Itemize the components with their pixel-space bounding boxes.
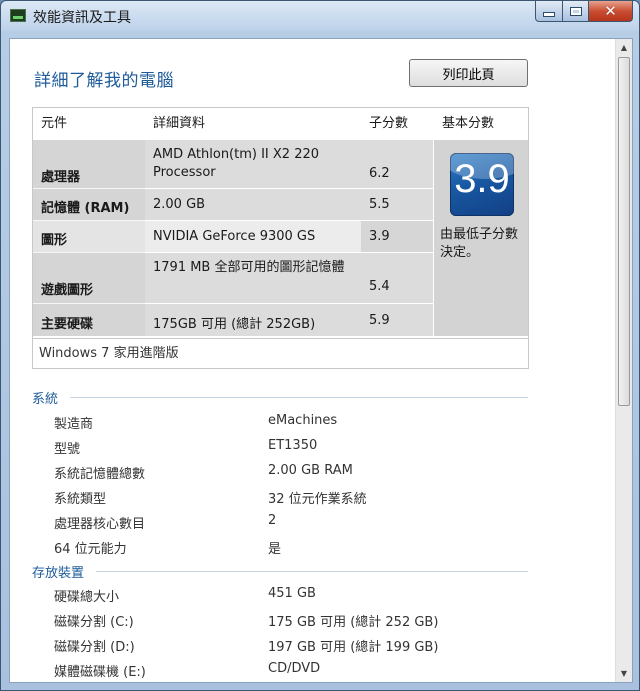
processor-subscore: 6.2 [369,166,390,181]
processor-detail: AMD Athlon(tm) II X2 220 Processor [153,147,320,180]
section-divider-system [70,397,528,398]
base-score-note: 由最低子分數決定。 [440,227,519,260]
row-label-graphics: 圖形 [41,233,68,248]
storage-value-partition-c: 175 GB 可用 (總計 252 GB) [268,615,439,630]
system-label-system-type: 系統類型 [54,492,107,507]
content-area: 詳細了解我的電腦 列印此頁 元件 詳細資料 子分數 基本分數 處理器 AMD A… [9,38,633,683]
system-value-model: ET1350 [268,438,318,453]
gaming-graphics-detail: 1791 MB 全部可用的圖形記憶體 [153,260,345,275]
row-label-gaming-graphics: 遊戲圖形 [41,283,94,298]
storage-label-total-disk: 硬碟總大小 [54,590,120,605]
minimize-icon [543,11,555,17]
storage-value-media-drive: CD/DVD [268,661,321,676]
performance-app-icon[interactable] [10,9,26,22]
page-title: 詳細了解我的電腦 [34,71,174,91]
system-label-cores: 處理器核心數目 [54,517,146,532]
caption-buttons: ✕ [535,1,633,22]
system-label-model: 型號 [54,442,81,457]
storage-label-partition-c: 磁碟分割 (C:) [54,615,134,630]
maximize-button[interactable] [563,1,589,22]
maximize-icon [569,6,582,16]
memory-detail: 2.00 GB [153,197,206,212]
column-header-component: 元件 [41,116,68,131]
windows-edition: Windows 7 家用進階版 [33,338,528,368]
section-divider-storage [96,571,528,572]
storage-value-partition-d: 197 GB 可用 (總計 199 GB) [268,640,439,655]
column-header-subscore: 子分數 [369,116,409,131]
scrollbar-thumb[interactable] [618,57,630,406]
column-header-details: 詳細資料 [153,116,206,131]
system-label-manufacturer: 製造商 [54,417,94,432]
section-heading-system: 系統 [32,392,59,407]
system-label-64bit: 64 位元能力 [54,542,127,557]
system-label-total-memory: 系統記憶體總數 [54,467,146,482]
graphics-detail: NVIDIA GeForce 9300 GS [153,229,316,244]
base-score-panel: 3.9 由最低子分數決定。 [434,140,528,336]
hard-disk-detail: 175GB 可用 (總計 252GB) [153,317,316,332]
close-button[interactable]: ✕ [589,1,633,22]
column-header-base-score: 基本分數 [442,116,495,131]
memory-subscore: 5.5 [369,197,390,212]
graphics-subscore: 3.9 [369,229,390,244]
row-label-hard-disk: 主要硬碟 [41,317,94,332]
base-score-value: 3.9 [454,157,510,201]
gaming-graphics-subscore: 5.4 [369,279,390,294]
storage-label-media-drive: 媒體磁碟機 (E:) [54,665,146,680]
system-value-system-type: 32 位元作業系統 [268,492,367,507]
window-title: 效能資訊及工具 [33,10,131,26]
title-bar[interactable]: 效能資訊及工具 ✕ [1,1,639,31]
system-value-cores: 2 [268,513,277,528]
scroll-up-arrow-icon[interactable]: ▲ [616,39,632,56]
storage-label-partition-d: 磁碟分割 (D:) [54,640,135,655]
storage-value-total-disk: 451 GB [268,586,316,601]
close-icon: ✕ [604,2,617,20]
app-window: 效能資訊及工具 ✕ 詳細了解我的電腦 列印此頁 元件 詳細資料 子分數 基本分數… [0,0,640,691]
score-table: 元件 詳細資料 子分數 基本分數 處理器 AMD Athlon(tm) II X… [32,107,529,369]
system-value-manufacturer: eMachines [268,413,338,428]
minimize-button[interactable] [535,1,563,22]
print-page-button[interactable]: 列印此頁 [409,59,528,87]
section-heading-storage: 存放裝置 [32,566,85,581]
base-score-badge: 3.9 [450,153,514,216]
row-label-memory: 記憶體 (RAM) [41,201,130,216]
vertical-scrollbar[interactable]: ▲ ▼ [615,39,632,682]
scroll-down-arrow-icon[interactable]: ▼ [616,665,632,682]
row-label-processor: 處理器 [41,170,81,185]
hard-disk-subscore: 5.9 [369,313,390,328]
system-value-64bit: 是 [268,542,282,557]
system-value-total-memory: 2.00 GB RAM [268,463,353,478]
